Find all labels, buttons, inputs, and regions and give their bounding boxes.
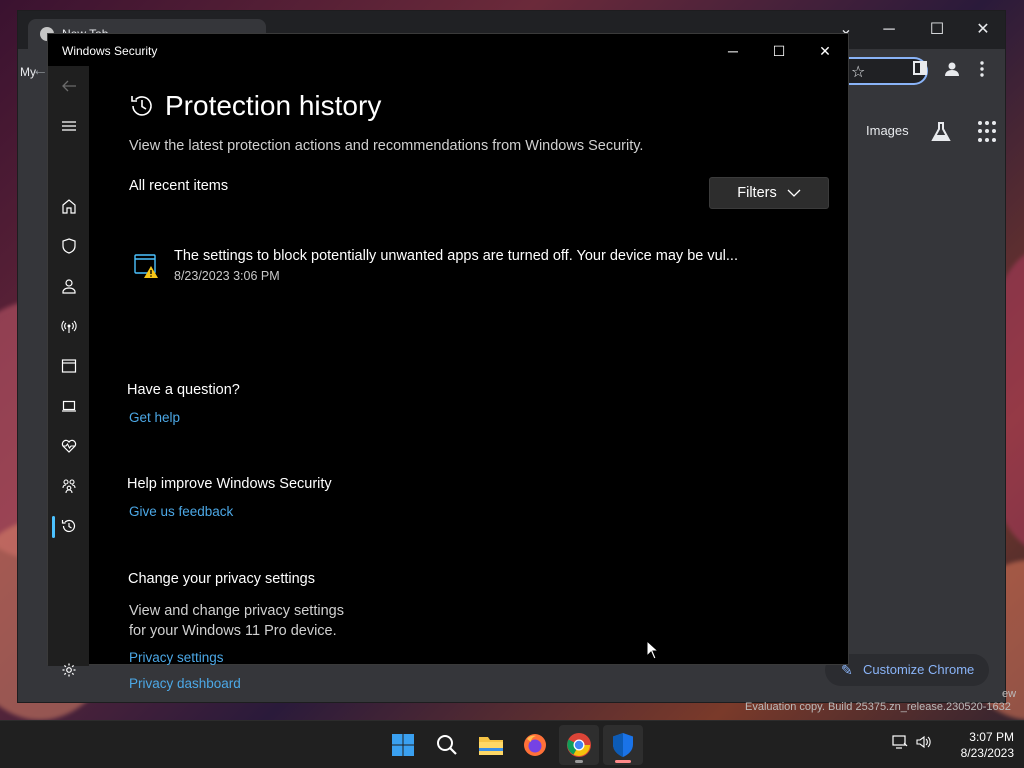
question-heading: Have a question? [127, 382, 240, 398]
hamburger-menu-button[interactable] [48, 108, 89, 144]
page-header: Protection history [129, 90, 381, 122]
wireless-icon [60, 320, 77, 333]
hamburger-icon [61, 121, 76, 131]
system-clock[interactable]: 3:07 PM 8/23/2023 [944, 729, 1014, 761]
customize-chrome-button[interactable]: ✎ Customize Chrome [825, 654, 989, 686]
get-help-link[interactable]: Get help [129, 410, 180, 425]
labs-flask-icon[interactable] [930, 121, 952, 149]
nav-home[interactable] [48, 188, 89, 224]
history-item-text: The settings to block potentially unwant… [174, 248, 738, 264]
clock-date: 8/23/2023 [960, 746, 1014, 760]
history-icon [61, 519, 75, 533]
privacy-heading: Change your privacy settings [128, 571, 315, 587]
chrome-icon [567, 733, 591, 757]
chrome-back-icon[interactable]: ← [32, 62, 48, 80]
privacy-line-1: View and change privacy settings [129, 603, 344, 619]
laptop-icon [61, 400, 76, 412]
ws-titlebar: Windows Security ─ ☐ ✕ [48, 34, 848, 66]
history-item[interactable]: The settings to block potentially unwant… [133, 246, 813, 290]
shield-icon [61, 238, 76, 254]
ws-close-button[interactable]: ✕ [802, 36, 848, 66]
nav-settings[interactable] [48, 652, 89, 688]
bookmark-star-icon[interactable]: ☆ [851, 62, 865, 82]
nav-family-options[interactable] [48, 468, 89, 504]
file-explorer-button[interactable] [471, 725, 511, 765]
back-button[interactable] [48, 68, 89, 104]
app-warning-icon [133, 252, 161, 285]
watermark-tail: ew [1002, 688, 1017, 700]
ws-minimize-button[interactable]: ─ [710, 36, 756, 66]
firefox-icon [524, 734, 546, 756]
privacy-dashboard-link[interactable]: Privacy dashboard [129, 676, 241, 691]
ws-maximize-button[interactable]: ☐ [756, 36, 802, 66]
network-icon[interactable] [892, 735, 908, 753]
give-feedback-link[interactable]: Give us feedback [129, 504, 233, 519]
chrome-menu-icon[interactable] [980, 61, 984, 82]
mouse-cursor-icon [646, 639, 660, 665]
back-arrow-icon [61, 80, 76, 92]
home-icon [61, 199, 76, 214]
all-recent-items-label: All recent items [129, 178, 229, 194]
person-icon [61, 279, 76, 294]
chrome-taskbar-button[interactable] [559, 725, 599, 765]
ws-sidebar [48, 66, 89, 677]
start-button[interactable] [383, 725, 423, 765]
improve-heading: Help improve Windows Security [127, 476, 332, 492]
evaluation-watermark: Evaluation copy. Build 25375.zn_release.… [745, 701, 1011, 713]
windows-security-window: Windows Security ─ ☐ ✕ Protection histor… [47, 33, 849, 691]
search-icon [437, 735, 457, 755]
nav-protection-history[interactable] [48, 508, 89, 544]
security-shield-icon [613, 733, 633, 757]
taskbar: 3:07 PM 8/23/2023 [0, 720, 1024, 768]
ws-main-content: Protection history View the latest prote… [89, 66, 848, 691]
page-title: Protection history [165, 90, 382, 121]
firefox-button[interactable] [515, 725, 555, 765]
filters-button[interactable]: Filters [709, 177, 829, 209]
windows-security-taskbar-button[interactable] [603, 725, 643, 765]
history-icon [131, 96, 152, 116]
privacy-line-2: for your Windows 11 Pro device. [129, 623, 337, 639]
family-icon [61, 479, 76, 494]
history-item-date: 8/23/2023 3:06 PM [174, 269, 280, 283]
windows-logo-icon [392, 734, 414, 756]
search-button[interactable] [427, 725, 467, 765]
privacy-settings-link[interactable]: Privacy settings [129, 650, 224, 665]
chrome-minimize-button[interactable]: ─ [869, 17, 909, 43]
filters-label: Filters [737, 185, 777, 201]
chrome-close-button[interactable]: ✕ [963, 17, 1003, 43]
side-panel-icon[interactable] [913, 61, 927, 80]
nav-virus-protection[interactable] [48, 228, 89, 264]
ws-window-title: Windows Security [62, 44, 158, 58]
google-apps-icon[interactable] [978, 121, 1000, 143]
chevron-down-icon [787, 189, 801, 197]
chrome-images-link[interactable]: Images [866, 123, 909, 138]
app-window-icon [61, 359, 76, 373]
customize-chrome-label: Customize Chrome [863, 662, 975, 677]
clock-time: 3:07 PM [969, 730, 1014, 744]
page-subtitle: View the latest protection actions and r… [129, 138, 644, 154]
gear-icon [62, 663, 75, 677]
folder-icon [479, 737, 503, 755]
nav-device-performance[interactable] [48, 428, 89, 464]
nav-device-security[interactable] [48, 388, 89, 424]
running-indicator [575, 760, 583, 763]
volume-icon[interactable] [916, 735, 932, 753]
profile-icon[interactable] [944, 61, 960, 82]
nav-account-protection[interactable] [48, 268, 89, 304]
chrome-maximize-button[interactable]: ☐ [917, 17, 957, 43]
active-indicator [615, 760, 631, 763]
nav-firewall[interactable] [48, 308, 89, 344]
heart-pulse-icon [61, 439, 76, 453]
nav-app-browser-control[interactable] [48, 348, 89, 384]
